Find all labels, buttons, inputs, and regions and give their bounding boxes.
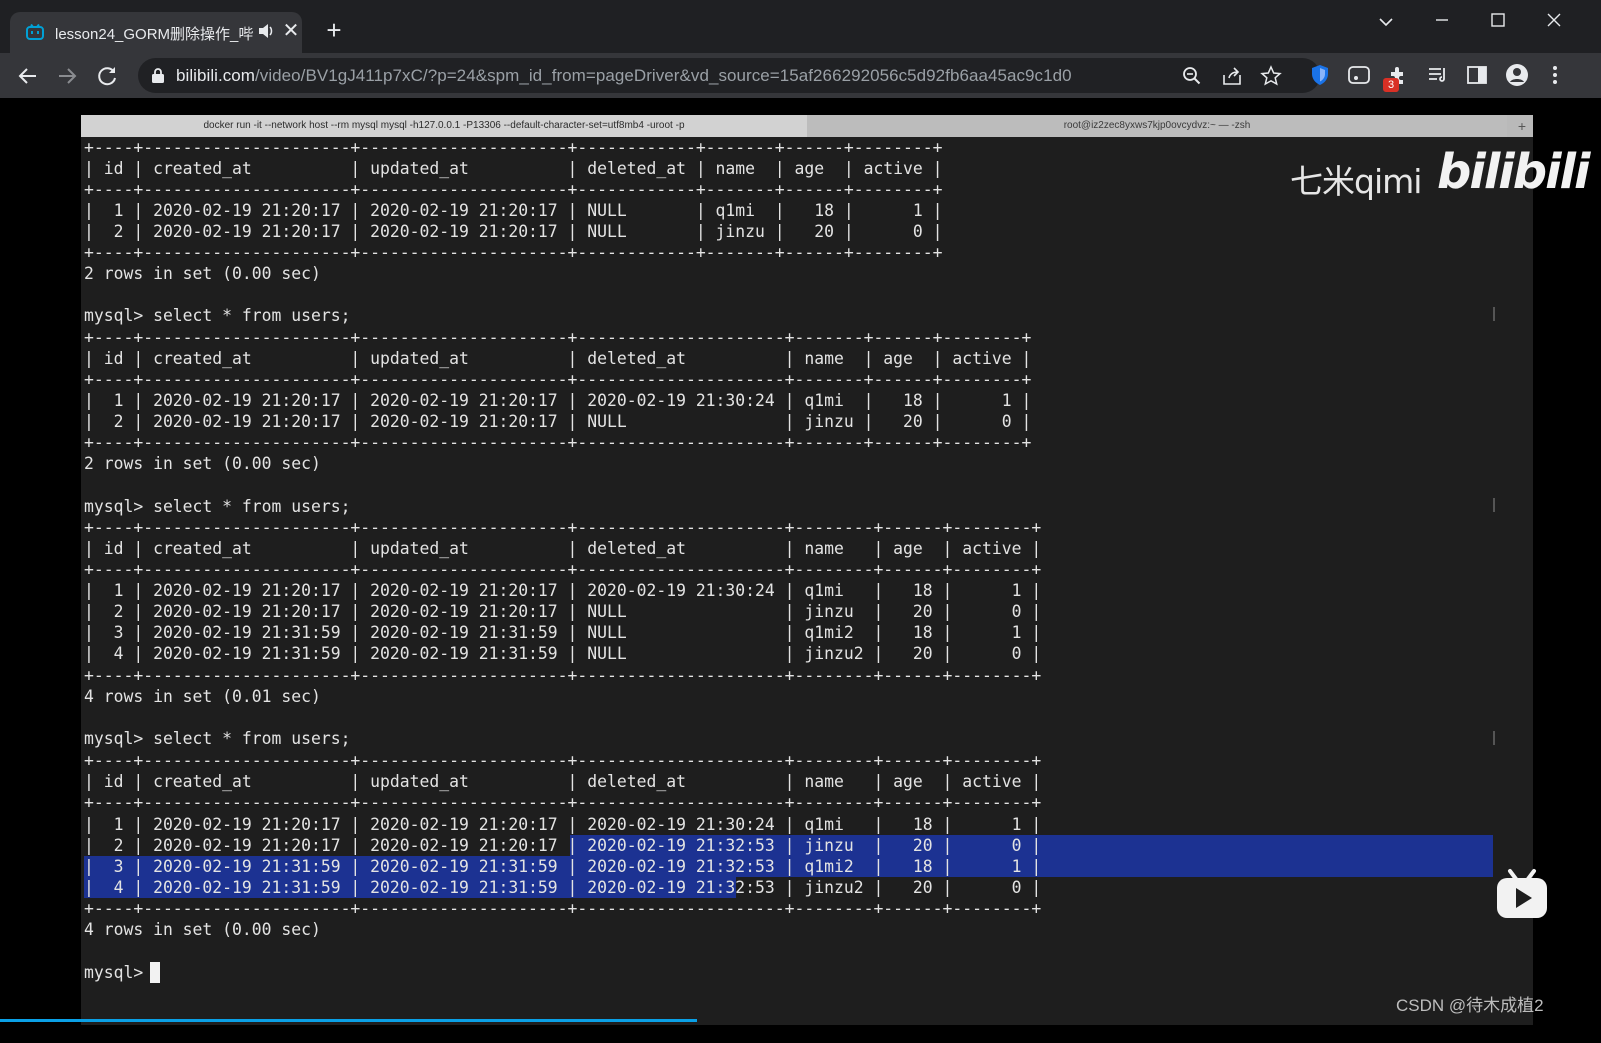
profile-avatar-icon[interactable] [1505, 63, 1529, 87]
terminal-line: | id | created_at | updated_at | deleted… [84, 772, 1042, 791]
terminal-line: 2 rows in set (0.00 sec) [84, 264, 321, 283]
url-text[interactable]: bilibili.com/video/BV1gJ411p7xC/?p=24&sp… [176, 66, 1072, 86]
terminal-window: docker run -it --network host --rm mysql… [81, 115, 1533, 1025]
terminal-line: +----+---------------------+------------… [84, 518, 1042, 537]
terminal-line: | id | created_at | updated_at | deleted… [84, 159, 943, 178]
extension-badge: 3 [1383, 78, 1399, 92]
zoom-icon[interactable] [1181, 65, 1203, 87]
terminal-line: | 1 | 2020-02-19 21:20:17 | 2020-02-19 2… [84, 201, 943, 220]
terminal-cursor [150, 962, 160, 983]
new-tab-button[interactable]: + [322, 17, 346, 43]
minimize-icon[interactable] [1422, 6, 1462, 40]
terminal-line: 2 rows in set (0.00 sec) [84, 454, 321, 473]
terminal-line: | 2 | 2020-02-19 21:20:17 | 2020-02-19 2… [84, 222, 943, 241]
terminal-line: +----+---------------------+------------… [84, 793, 1042, 812]
browser-tab[interactable]: lesson24_GORM删除操作_哔 ✕ [10, 12, 302, 53]
terminal-line: +----+---------------------+------------… [84, 751, 1042, 770]
terminal-line: | 1 | 2020-02-19 21:20:17 | 2020-02-19 2… [84, 815, 1042, 834]
media-control-icon[interactable] [1426, 63, 1450, 87]
terminal-line: +----+---------------------+------------… [84, 243, 943, 262]
terminal-line: | 1 | 2020-02-19 21:20:17 | 2020-02-19 2… [84, 581, 1042, 600]
terminal-line: +----+---------------------+------------… [84, 433, 1032, 452]
terminal-tab-docker: docker run -it --network host --rm mysql… [81, 115, 807, 137]
bilibili-play-icon[interactable] [1494, 868, 1550, 920]
terminal-line: +----+---------------------+------------… [84, 180, 943, 199]
terminal-tab-zsh: root@iz2zec8yxws7kjp0ovcydvz:~ — -zsh [807, 115, 1507, 137]
close-window-icon[interactable] [1534, 6, 1574, 40]
terminal-line: +----+---------------------+------------… [84, 560, 1042, 579]
video-progress-bar[interactable] [0, 1019, 697, 1022]
author-watermark: 七米qimi [1290, 162, 1422, 201]
extension-shield-icon[interactable] [1308, 63, 1332, 87]
url-path: /video/BV1gJ411p7xC/?p=24&spm_id_from=pa… [255, 66, 1072, 85]
terminal-line: +----+---------------------+------------… [84, 899, 1042, 918]
bilibili-favicon-icon [26, 24, 44, 40]
terminal-line: | 4 | 2020-02-19 21:31:59 | 2020-02-19 2… [84, 878, 1042, 897]
tab-title: lesson24_GORM删除操作_哔 [55, 26, 253, 43]
terminal-tab-bar: docker run -it --network host --rm mysql… [81, 115, 1533, 137]
reload-icon[interactable] [94, 63, 120, 89]
terminal-line: | 2 | 2020-02-19 21:20:17 | 2020-02-19 2… [84, 602, 1042, 621]
browser-toolbar: bilibili.com/video/BV1gJ411p7xC/?p=24&sp… [0, 53, 1601, 99]
maximize-icon[interactable] [1478, 6, 1518, 40]
terminal-line: | id | created_at | updated_at | deleted… [84, 539, 1042, 558]
scroll-marker [1493, 731, 1495, 745]
close-tab-icon[interactable]: ✕ [280, 20, 302, 42]
side-panel-icon[interactable] [1465, 63, 1489, 87]
terminal-line: | id | created_at | updated_at | deleted… [84, 349, 1032, 368]
terminal-line: mysql> select * from users; [84, 306, 351, 325]
terminal-line: mysql> select * from users; [84, 497, 351, 516]
more-menu-icon[interactable] [1543, 63, 1567, 87]
tab-search-chevron-icon[interactable] [1366, 6, 1406, 40]
terminal-line: mysql> select * from users; [84, 729, 351, 748]
csdn-watermark: CSDN @待木成植2 [1396, 996, 1544, 1015]
terminal-line: | 2 | 2020-02-19 21:20:17 | 2020-02-19 2… [84, 836, 1042, 855]
url-host: bilibili.com [176, 66, 256, 85]
bilibili-logo: bilibili [1437, 144, 1590, 200]
share-icon[interactable] [1221, 65, 1243, 87]
extension-capture-icon[interactable] [1347, 63, 1371, 87]
bookmark-star-icon[interactable] [1260, 65, 1282, 87]
scroll-marker [1493, 498, 1495, 512]
back-arrow-icon[interactable] [15, 63, 41, 89]
tab-strip: lesson24_GORM删除操作_哔 ✕ + [0, 0, 1601, 53]
scroll-marker [1493, 307, 1495, 321]
terminal-line: +----+---------------------+------------… [84, 370, 1032, 389]
terminal-new-tab-icon: + [1517, 118, 1527, 134]
terminal-line: | 3 | 2020-02-19 21:31:59 | 2020-02-19 2… [84, 623, 1042, 642]
audio-playing-icon[interactable] [258, 22, 274, 40]
terminal-line: | 1 | 2020-02-19 21:20:17 | 2020-02-19 2… [84, 391, 1032, 410]
address-bar[interactable]: bilibili.com/video/BV1gJ411p7xC/?p=24&sp… [138, 58, 1320, 93]
terminal-line: | 4 | 2020-02-19 21:31:59 | 2020-02-19 2… [84, 644, 1042, 663]
terminal-line: 4 rows in set (0.01 sec) [84, 687, 321, 706]
terminal-prompt: mysql> [84, 963, 154, 982]
terminal-line: +----+---------------------+------------… [84, 138, 943, 157]
terminal-line: 4 rows in set (0.00 sec) [84, 920, 321, 939]
terminal-line: +----+---------------------+------------… [84, 328, 1032, 347]
lock-icon[interactable] [151, 67, 165, 84]
terminal-line: | 3 | 2020-02-19 21:31:59 | 2020-02-19 2… [84, 857, 1042, 876]
terminal-line: | 2 | 2020-02-19 21:20:17 | 2020-02-19 2… [84, 412, 1032, 431]
terminal-line: +----+---------------------+------------… [84, 666, 1042, 685]
forward-arrow-icon[interactable] [54, 63, 80, 89]
